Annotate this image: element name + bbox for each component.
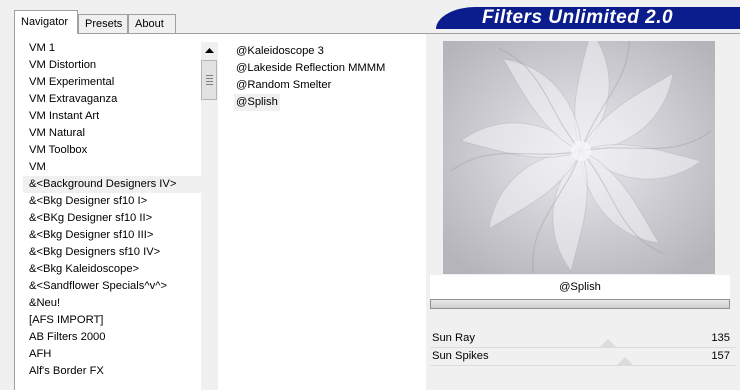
category-item[interactable]: VM Experimental — [23, 74, 207, 91]
preview-panel: @Splish Sun Ray 135 Sun Spikes 157 — [426, 34, 740, 390]
category-item[interactable]: &<Bkg Designer sf10 III> — [23, 227, 207, 244]
category-list: VM 1 VM Distortion VM Experimental VM Ex… — [23, 40, 207, 390]
category-scrollbar[interactable] — [201, 42, 218, 390]
category-item[interactable]: VM Toolbox — [23, 142, 207, 159]
filter-item[interactable]: @Random Smelter — [234, 77, 424, 94]
slider-label: Sun Ray — [432, 332, 475, 344]
render-progress-bar — [430, 299, 730, 309]
kaleidoscope-preview-art — [443, 41, 715, 274]
category-item[interactable]: &Neu! — [23, 295, 207, 312]
slider-track[interactable] — [510, 357, 696, 365]
category-item[interactable]: Alf's Border FX — [23, 363, 207, 380]
slider-thumb[interactable] — [616, 357, 633, 365]
selected-filter-name: @Splish — [430, 275, 730, 299]
category-item[interactable]: VM — [23, 159, 207, 176]
category-item[interactable]: &<Bkg Designer sf10 I> — [23, 193, 207, 210]
slider-sun-ray[interactable]: Sun Ray 135 — [430, 330, 736, 348]
category-item[interactable]: VM Extravaganza — [23, 91, 207, 108]
scroll-thumb[interactable] — [201, 60, 217, 100]
category-item[interactable]: AB Filters 2000 — [23, 329, 207, 346]
category-item[interactable]: [AFS IMPORT] — [23, 312, 207, 329]
category-item-selected[interactable]: &<Background Designers IV> — [23, 176, 207, 193]
app-title: Filters Unlimited 2.0 — [482, 7, 674, 28]
category-item[interactable]: &<Sandflower Specials^v^> — [23, 278, 207, 295]
tab-about[interactable]: About — [128, 14, 176, 33]
render-progress-fill — [431, 300, 729, 308]
category-item[interactable]: VM 1 — [23, 40, 207, 57]
slider-thumb[interactable] — [600, 339, 617, 347]
category-item[interactable]: &<Bkg Kaleidoscope> — [23, 261, 207, 278]
slider-value: 135 — [711, 332, 730, 344]
slider-value: 157 — [711, 350, 730, 362]
category-item[interactable]: AFH — [23, 346, 207, 363]
navigator-panel: VM 1 VM Distortion VM Experimental VM Ex… — [14, 33, 740, 390]
slider-sun-spikes[interactable]: Sun Spikes 157 — [430, 348, 736, 366]
filter-item-selected[interactable]: @Splish — [234, 94, 280, 111]
category-item[interactable]: VM Instant Art — [23, 108, 207, 125]
category-item[interactable]: VM Natural — [23, 125, 207, 142]
filter-item[interactable]: @Kaleidoscope 3 — [234, 43, 424, 60]
scroll-up-button[interactable] — [201, 42, 218, 59]
category-item[interactable]: &<Bkg Designers sf10 IV> — [23, 244, 207, 261]
filter-list: @Kaleidoscope 3 @Lakeside Reflection MMM… — [234, 43, 424, 111]
category-item[interactable]: VM Distortion — [23, 57, 207, 74]
category-item[interactable]: &<BKg Designer sf10 II> — [23, 210, 207, 227]
filter-item[interactable]: @Lakeside Reflection MMMM — [234, 60, 424, 77]
slider-track[interactable] — [510, 339, 696, 347]
filter-preview-image — [443, 41, 715, 274]
triangle-up-icon — [205, 48, 214, 53]
slider-label: Sun Spikes — [432, 350, 489, 362]
tab-presets[interactable]: Presets — [78, 14, 128, 33]
app-banner: Filters Unlimited 2.0 — [436, 7, 740, 29]
tab-navigator[interactable]: Navigator — [14, 10, 78, 34]
